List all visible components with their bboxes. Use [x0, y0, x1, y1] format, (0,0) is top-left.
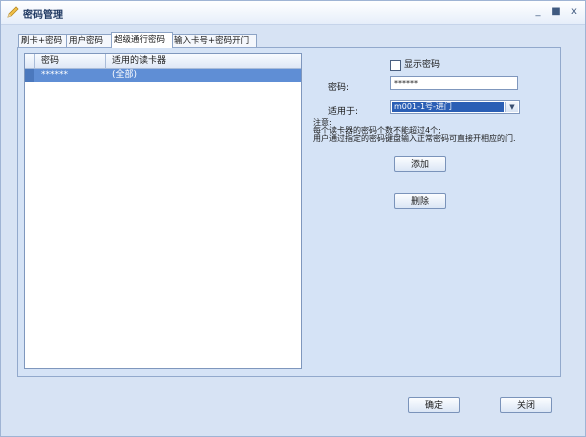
delete-button[interactable]: 删除 [394, 193, 446, 209]
pencil-icon [7, 6, 19, 18]
table-header: 密码 适用的读卡器 [25, 54, 301, 69]
tab-content-panel: 密码 适用的读卡器 ****** (全部) 显示密码 密码: ****** 适用… [17, 47, 561, 377]
show-password-label: 显示密码 [404, 60, 441, 70]
apply-to-selected-value: m001-1号-进门 [392, 102, 504, 112]
apply-to-label: 适用于: [328, 107, 359, 117]
minimize-button[interactable]: _ [531, 5, 545, 19]
row-indicator [25, 69, 34, 82]
apply-to-select[interactable]: m001-1号-进门 ▼ [390, 100, 520, 114]
ok-button[interactable]: 确定 [408, 397, 460, 413]
tab-card-password[interactable]: 刷卡+密码 [18, 34, 68, 48]
password-table[interactable]: 密码 适用的读卡器 ****** (全部) [24, 53, 302, 369]
add-button[interactable]: 添加 [394, 156, 446, 172]
row-password: ****** [41, 70, 68, 80]
row-indicator-header [25, 54, 35, 68]
tab-cardno-password-open[interactable]: 输入卡号+密码开门 [171, 34, 257, 48]
tab-user-password[interactable]: 用户密码 [66, 34, 113, 48]
show-password-checkbox[interactable] [390, 60, 401, 71]
title-bar: 密码管理 _ ■ x [1, 1, 585, 25]
password-manager-window: 密码管理 _ ■ x 刷卡+密码 用户密码 超级通行密码 输入卡号+密码开门 密… [0, 0, 586, 437]
note-line-2: 用户通过指定的密码键盘输入正常密码可直接开相应的门. [313, 134, 516, 143]
row-reader: (全部) [112, 70, 138, 80]
column-header-password[interactable]: 密码 [35, 54, 106, 68]
password-input[interactable]: ****** [390, 76, 518, 90]
table-row[interactable]: ****** (全部) [25, 69, 301, 82]
password-label: 密码: [328, 83, 350, 93]
window-title: 密码管理 [23, 10, 63, 21]
close-window-button[interactable]: x [567, 5, 581, 19]
column-header-reader[interactable]: 适用的读卡器 [106, 54, 166, 68]
close-button[interactable]: 关闭 [500, 397, 552, 413]
tab-super-password[interactable]: 超级通行密码 [111, 32, 173, 48]
maximize-button[interactable]: ■ [549, 5, 563, 19]
notes-text: 注意: 每个读卡器的密码个数不能超过4个; 用户通过指定的密码键盘输入正常密码可… [313, 119, 516, 143]
chevron-down-icon[interactable]: ▼ [505, 102, 518, 112]
